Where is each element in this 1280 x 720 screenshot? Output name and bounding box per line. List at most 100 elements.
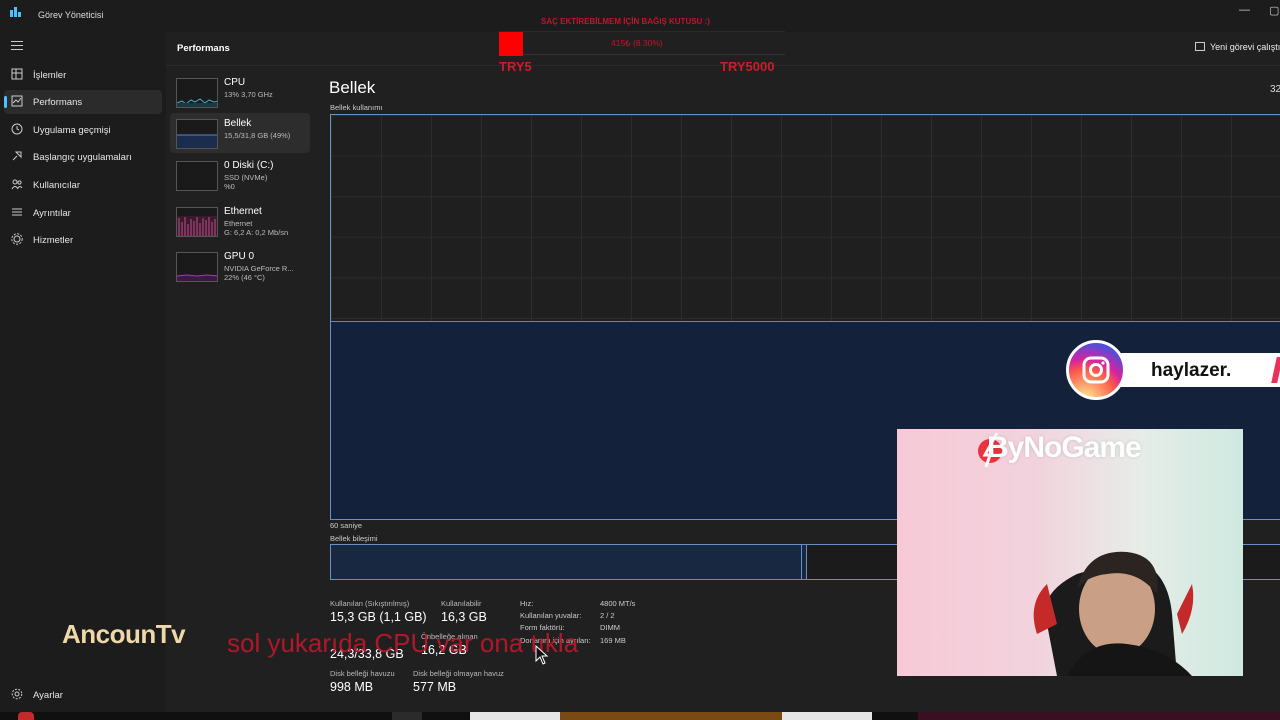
- perf-item-name: 0 Diski (C:): [224, 160, 274, 171]
- perf-item-cpu[interactable]: CPU 13% 3,70 GHz: [170, 72, 310, 112]
- sidebar-item-startup[interactable]: Başlangıç uygulamaları: [4, 145, 162, 169]
- sidebar-item-users[interactable]: Kullanıcılar: [4, 173, 162, 197]
- perf-item-sub: NVIDIA GeForce R... 22% (46 °C): [224, 264, 294, 282]
- gear-icon: [11, 688, 23, 700]
- perf-item-sub-line: %0: [224, 182, 235, 191]
- donation-progress-fill: [499, 32, 523, 56]
- streamer-figure: [1033, 551, 1194, 676]
- task-manager-icon: [10, 7, 21, 17]
- composition-label: Bellek bileşimi: [330, 534, 378, 543]
- run-new-task-button[interactable]: Yeni görevi çalıştır: [1195, 42, 1280, 52]
- sidebar-item-label: Hizmetler: [33, 235, 74, 246]
- sidebar-item-label: Başlangıç uygulamaları: [33, 152, 132, 163]
- sidebar-item-label: Kullanıcılar: [33, 180, 80, 191]
- spec-value: 4800 MT/s: [600, 599, 636, 608]
- perf-item-name: CPU: [224, 77, 246, 88]
- streamer-name: AncounTv: [62, 619, 186, 649]
- stream-caption: sol yukarıda CPU var ona tıkla: [227, 628, 579, 658]
- sidebar-item-details[interactable]: Ayrıntılar: [4, 201, 162, 225]
- taskbar: [0, 712, 1280, 720]
- spec-value: DIMM: [600, 623, 620, 632]
- processes-icon: [11, 68, 23, 80]
- mouse-cursor-icon: [535, 645, 549, 665]
- sidebar-item-label: İşlemler: [33, 70, 67, 81]
- taskbar-app-icon[interactable]: [18, 712, 34, 720]
- stat-label: Disk belleği havuzu: [330, 669, 395, 678]
- perf-item-sub-line: NVIDIA GeForce R...: [224, 264, 294, 273]
- stat-paged-pool: Disk belleği havuzu 998 MB: [330, 669, 395, 694]
- instagram-icon: [1066, 340, 1126, 400]
- sidebar-item-services[interactable]: Hizmetler: [4, 228, 162, 252]
- taskbar-thumbnail: [560, 712, 782, 720]
- settings-label: Ayarlar: [33, 690, 63, 701]
- ethernet-thumbnail: [176, 207, 218, 237]
- stat-value: 577 MB: [413, 680, 457, 694]
- maximize-button[interactable]: ▢: [1269, 4, 1279, 17]
- webcam-feed: ByNoGame: [897, 429, 1243, 676]
- spec-value: 2 / 2: [600, 611, 615, 620]
- donation-goal: TRY5000: [720, 59, 775, 74]
- taskbar-thumbnail: [918, 712, 1280, 720]
- stat-label: Kullanılan (Sıkıştırılmış): [330, 599, 410, 608]
- perf-item-disk[interactable]: 0 Diski (C:) SSD (NVMe) %0: [170, 155, 310, 195]
- window-title: Görev Yöneticisi: [38, 10, 104, 20]
- sidebar: İşlemler Performans Uygulama geçmişi Baş…: [0, 32, 166, 720]
- stat-nonpaged-pool: Disk belleği olmayan havuz 577 MB: [413, 669, 504, 694]
- details-icon: [12, 208, 22, 216]
- perf-item-sub-line: 22% (46 °C): [224, 273, 265, 282]
- gpu-thumbnail: [176, 252, 218, 282]
- perf-item-memory[interactable]: Bellek 15,5/31,8 GB (49%): [170, 113, 310, 153]
- perf-item-name: Ethernet: [224, 206, 262, 217]
- minimize-button[interactable]: —: [1239, 4, 1250, 16]
- sidebar-item-label: Ayrıntılar: [33, 208, 71, 219]
- spec-value: 169 MB: [600, 636, 626, 645]
- perf-item-ethernet[interactable]: Ethernet Ethernet G: 6,2 A: 0,2 Mb/sn: [170, 201, 310, 241]
- perf-item-sub: 13% 3,70 GHz: [224, 90, 273, 99]
- stat-label: Disk belleği olmayan havuz: [413, 669, 504, 678]
- perf-item-sub: 15,5/31,8 GB (49%): [224, 131, 291, 140]
- instagram-handle: haylazer.: [1151, 360, 1232, 381]
- page-title: Performans: [177, 43, 230, 54]
- modified-segment: [801, 545, 805, 579]
- sidebar-item-label: Uygulama geçmişi: [33, 125, 111, 136]
- perf-item-name: GPU 0: [224, 251, 255, 262]
- perf-item-name: Bellek: [224, 118, 252, 129]
- users-icon: [11, 179, 23, 190]
- title-bar: Görev Yöneticisi — ▢: [0, 0, 1280, 32]
- services-icon: [11, 233, 23, 245]
- startup-icon: [12, 151, 22, 161]
- memory-thumbnail: [176, 119, 218, 149]
- disk-thumbnail: [176, 161, 218, 191]
- stat-value: 998 MB: [330, 680, 374, 694]
- total-memory: 32: [1270, 84, 1280, 95]
- perf-item-sub: SSD (NVMe) %0: [224, 173, 267, 191]
- menu-icon[interactable]: [11, 41, 23, 50]
- cpu-thumbnail: [176, 78, 218, 108]
- perf-item-sub-line: G: 6,2 A: 0,2 Mb/sn: [224, 228, 289, 237]
- panel-title: Bellek: [329, 78, 376, 97]
- performance-icon: [11, 95, 23, 107]
- donation-title: SAÇ EKTİREBİLMEM İÇİN BAĞIŞ KUTUSU :): [541, 17, 710, 26]
- new-task-icon: [1195, 42, 1205, 51]
- spec-label: Hız:: [520, 599, 534, 608]
- perf-item-sub: Ethernet G: 6,2 A: 0,2 Mb/sn: [224, 219, 288, 237]
- run-new-task-label: Yeni görevi çalıştır: [1210, 42, 1280, 52]
- usage-graph-label: Bellek kullanımı: [330, 103, 383, 112]
- donation-min: TRY5: [499, 59, 532, 74]
- sidebar-item-processes[interactable]: İşlemler: [4, 63, 162, 87]
- sidebar-item-performance[interactable]: Performans: [4, 90, 162, 114]
- perf-item-gpu[interactable]: GPU 0 NVIDIA GeForce R... 22% (46 °C): [170, 246, 310, 286]
- perf-item-sub-line: SSD (NVMe): [224, 173, 268, 182]
- donation-amount: 415₺ (8.30%): [611, 38, 663, 48]
- stat-label: Kullanılabilir: [441, 599, 482, 608]
- sidebar-item-settings[interactable]: Ayarlar: [4, 683, 162, 707]
- taskbar-app-icon[interactable]: [392, 712, 422, 720]
- time-span-label: 60 saniye: [330, 521, 363, 530]
- sidebar-item-app-history[interactable]: Uygulama geçmişi: [4, 118, 162, 142]
- sidebar-item-label: Performans: [33, 97, 83, 108]
- history-icon: [11, 123, 23, 135]
- taskbar-thumbnail: [782, 712, 872, 720]
- perf-item-sub-line: Ethernet: [224, 219, 253, 228]
- taskbar-thumbnail: [470, 712, 560, 720]
- webcam-logo: ByNoGame: [987, 431, 1142, 464]
